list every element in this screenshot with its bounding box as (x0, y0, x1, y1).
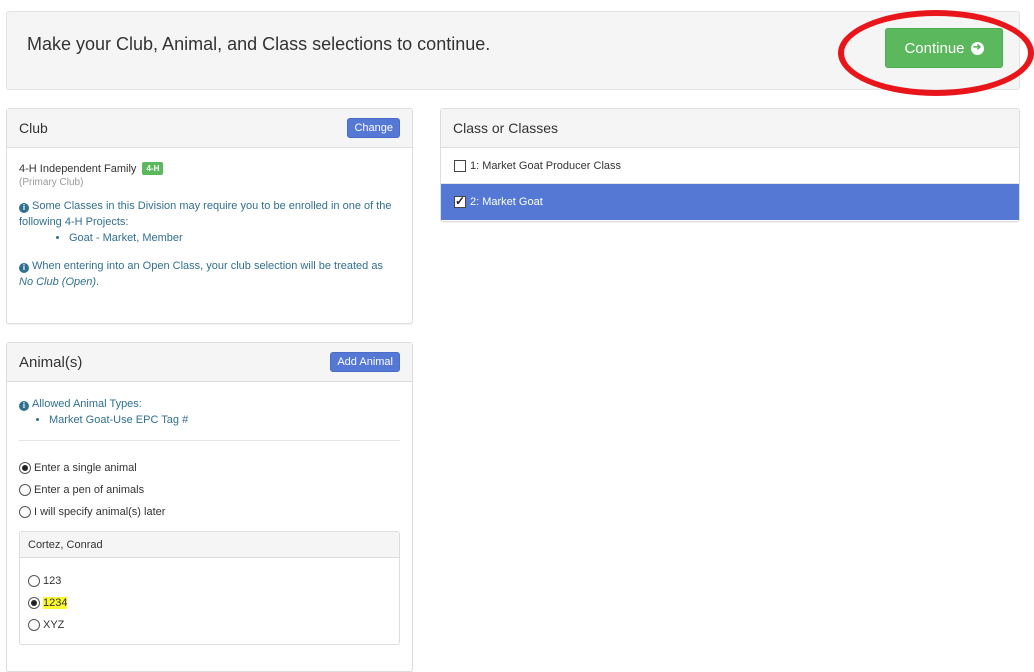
class-label: 2: Market Goat (470, 196, 543, 208)
project-requirement-text: Some Classes in this Division may requir… (19, 200, 392, 228)
club-panel-title: Club (19, 120, 48, 136)
animal-tag-label: 1234 (43, 597, 68, 609)
add-animal-button[interactable]: Add Animal (330, 352, 400, 372)
instruction-message: Make your Club, Animal, and Class select… (27, 34, 491, 54)
animal-tag-label: XYZ (43, 619, 65, 631)
allowed-types-label: Allowed Animal Types: (32, 398, 142, 410)
animals-panel: Animal(s) Add Animal i Allowed Animal Typ… (6, 342, 413, 672)
mode-label: Enter a pen of animals (34, 484, 145, 496)
mode-single-option[interactable]: Enter a single animal (19, 457, 400, 479)
mode-pen-option[interactable]: Enter a pen of animals (19, 479, 400, 501)
radio-button[interactable] (19, 462, 31, 474)
arrow-circle-right-icon: ➜ (970, 41, 984, 55)
continue-label: Continue (904, 39, 965, 57)
open-class-info: i When entering into an Open Class, your … (19, 258, 400, 290)
open-class-text-em: No Club (Open) (19, 276, 97, 288)
radio-button[interactable] (28, 597, 40, 609)
classes-panel-heading: Class or Classes (441, 109, 1019, 148)
animal-tag-option[interactable]: XYZ (28, 614, 391, 636)
mode-label: I will specify animal(s) later (34, 506, 166, 518)
radio-button[interactable] (19, 484, 31, 496)
mode-later-option[interactable]: I will specify animal(s) later (19, 501, 400, 523)
allowed-types-info: i Allowed Animal Types: (19, 396, 400, 412)
project-list: Goat - Market, Member (19, 230, 400, 246)
mode-label: Enter a single animal (34, 462, 137, 474)
radio-button[interactable] (28, 575, 40, 587)
list-item: Market Goat-Use EPC Tag # (49, 412, 400, 428)
animal-tag-option[interactable]: 1234 (28, 592, 391, 614)
animal-tag-label: 123 (43, 575, 62, 587)
classes-panel: Class or Classes 1: Market Goat Producer… (440, 108, 1020, 222)
owner-animals-panel: Cortez, Conrad 123 1234 XYZ (19, 531, 400, 645)
class-label: 1: Market Goat Producer Class (470, 159, 622, 172)
animal-tag-option[interactable]: 123 (28, 570, 391, 592)
animals-panel-title: Animal(s) (19, 353, 83, 371)
open-class-text-prefix: When entering into an Open Class, your c… (32, 260, 383, 272)
four-h-badge: 4-H (142, 162, 164, 175)
continue-button[interactable]: Continue ➜ (885, 28, 1003, 68)
animals-panel-heading: Animal(s) Add Animal (7, 343, 412, 382)
open-class-text-suffix: . (96, 276, 100, 288)
radio-button[interactable] (28, 619, 40, 631)
change-club-button[interactable]: Change (347, 118, 400, 138)
owner-name: Cortez, Conrad (20, 532, 399, 558)
checkbox[interactable] (454, 194, 466, 208)
info-icon: i (19, 203, 29, 213)
divider (19, 440, 400, 441)
class-option[interactable]: 1: Market Goat Producer Class (441, 148, 1019, 184)
club-name-row: 4-H Independent Family 4-H (19, 162, 400, 175)
club-panel-heading: Club Change (7, 109, 412, 148)
instruction-bar: Make your Club, Animal, and Class select… (6, 11, 1020, 90)
radio-button[interactable] (19, 506, 31, 518)
checkbox[interactable] (454, 159, 466, 172)
info-icon: i (19, 263, 29, 273)
club-panel: Club Change 4-H Independent Family 4-H (… (6, 108, 413, 324)
club-name: 4-H Independent Family (19, 163, 137, 175)
list-item: Goat - Market, Member (69, 230, 400, 246)
project-requirement-info: i Some Classes in this Division may requi… (19, 198, 400, 230)
allowed-types-list: Market Goat-Use EPC Tag # (19, 412, 400, 428)
classes-panel-title: Class or Classes (453, 120, 559, 136)
info-icon: i (19, 401, 29, 411)
class-option[interactable]: 2: Market Goat (441, 184, 1019, 220)
primary-club-note: (Primary Club) (19, 177, 84, 188)
